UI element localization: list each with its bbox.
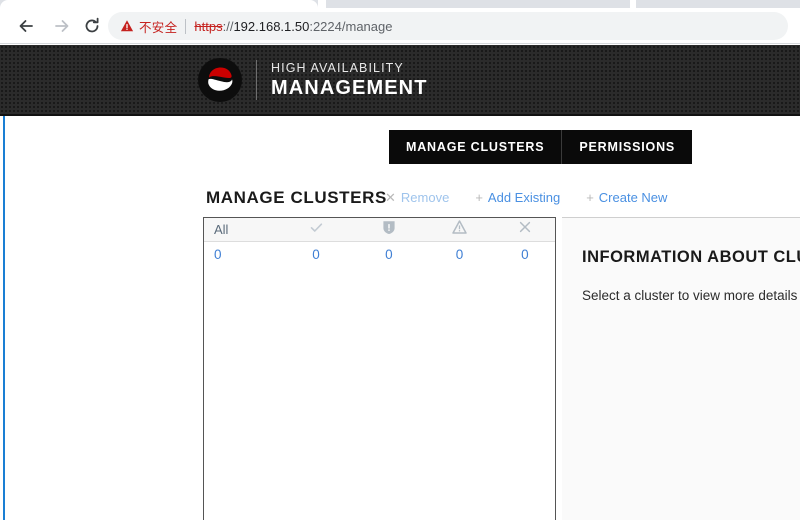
check-icon: [309, 220, 324, 240]
back-button[interactable]: [12, 12, 40, 40]
brand-divider: [256, 60, 257, 100]
column-header-shield[interactable]: [354, 218, 425, 241]
remove-cluster-button[interactable]: ✕ Remove: [385, 190, 449, 205]
cluster-info-subtitle: Select a cluster to view more details: [582, 288, 798, 303]
reload-button[interactable]: [78, 12, 106, 40]
back-arrow-icon: [16, 16, 36, 36]
url-separator: ://: [222, 18, 234, 34]
cluster-info-panel: INFORMATION ABOUT CLUSTER Select a clust…: [562, 217, 800, 520]
cluster-info-title: INFORMATION ABOUT CLUSTER: [582, 248, 800, 266]
cluster-count-row: 0 0 0 0 0: [204, 242, 555, 267]
brand: HIGH AVAILABILITY MANAGEMENT: [196, 56, 428, 104]
remove-cluster-label: Remove: [400, 190, 450, 205]
count-error: 0: [521, 247, 529, 262]
close-x-icon: ✕: [385, 190, 396, 205]
browser-tab-active[interactable]: [0, 0, 318, 8]
brand-line-1: HIGH AVAILABILITY: [271, 60, 404, 75]
browser-window: 不安全 https://192.168.1.50:2224/manage HIG…: [0, 0, 800, 520]
count-shield: 0: [385, 247, 393, 262]
not-secure-warning-icon: [120, 19, 134, 33]
count-cell-shield[interactable]: 0: [354, 242, 425, 267]
column-header-all-label: All: [214, 222, 229, 237]
close-x-icon-header: [518, 220, 532, 239]
browser-tab-strip: [0, 0, 800, 8]
browser-toolbar: 不安全 https://192.168.1.50:2224/manage: [0, 8, 800, 44]
cluster-actions: ✕ Remove + Add Existing + Create New: [385, 190, 667, 205]
omnibox-divider: [185, 18, 187, 34]
column-header-warning[interactable]: [424, 218, 495, 241]
url-scheme: https: [194, 18, 223, 34]
reload-icon: [82, 16, 102, 36]
count-cell-warning[interactable]: 0: [424, 242, 495, 267]
url-path: :2224/manage: [309, 18, 393, 34]
count-cell-all[interactable]: 0: [204, 242, 279, 267]
count-ok: 0: [312, 247, 320, 262]
url-text: https://192.168.1.50:2224/manage: [194, 19, 392, 34]
red-hat-shadowman-logo-icon: [196, 56, 244, 104]
plus-icon-2: +: [586, 190, 594, 205]
tab-manage-clusters[interactable]: MANAGE CLUSTERS: [389, 130, 561, 164]
column-header-ok[interactable]: [279, 218, 354, 241]
page-left-accent-bar: [3, 45, 5, 520]
count-all: 0: [214, 247, 222, 262]
not-secure-label: 不安全: [139, 19, 178, 35]
count-cell-error[interactable]: 0: [495, 242, 555, 267]
shield-exclamation-icon: [382, 220, 396, 240]
main-nav-tabs: MANAGE CLUSTERS PERMISSIONS: [389, 130, 693, 164]
brand-line-2: MANAGEMENT: [271, 77, 428, 100]
create-new-cluster-button[interactable]: + Create New: [586, 190, 667, 205]
forward-arrow-icon: [52, 16, 72, 36]
cluster-list-panel: All 0 0 0 0 0: [203, 217, 556, 520]
address-bar[interactable]: 不安全 https://192.168.1.50:2224/manage: [108, 12, 788, 40]
count-warning: 0: [455, 247, 464, 262]
column-header-error[interactable]: [495, 218, 555, 241]
column-header-all[interactable]: All: [204, 218, 279, 241]
warning-triangle-icon: [452, 220, 467, 239]
web-page: HIGH AVAILABILITY MANAGEMENT MANAGE CLUS…: [0, 45, 800, 520]
url-host: 192.168.1.50: [233, 18, 310, 34]
add-existing-cluster-button[interactable]: + Add Existing: [475, 190, 560, 205]
cluster-list-header: All: [204, 218, 555, 242]
browser-tab-inactive-2[interactable]: [636, 0, 800, 8]
forward-button[interactable]: [48, 12, 76, 40]
page-title: MANAGE CLUSTERS: [206, 188, 387, 207]
plus-icon: +: [475, 190, 483, 205]
brand-text: HIGH AVAILABILITY MANAGEMENT: [271, 62, 428, 99]
tab-permissions[interactable]: PERMISSIONS: [561, 130, 692, 164]
tab-gap: [318, 0, 326, 8]
add-existing-cluster-label: Add Existing: [487, 190, 561, 205]
count-cell-ok[interactable]: 0: [279, 242, 354, 267]
create-new-cluster-label: Create New: [598, 190, 668, 205]
